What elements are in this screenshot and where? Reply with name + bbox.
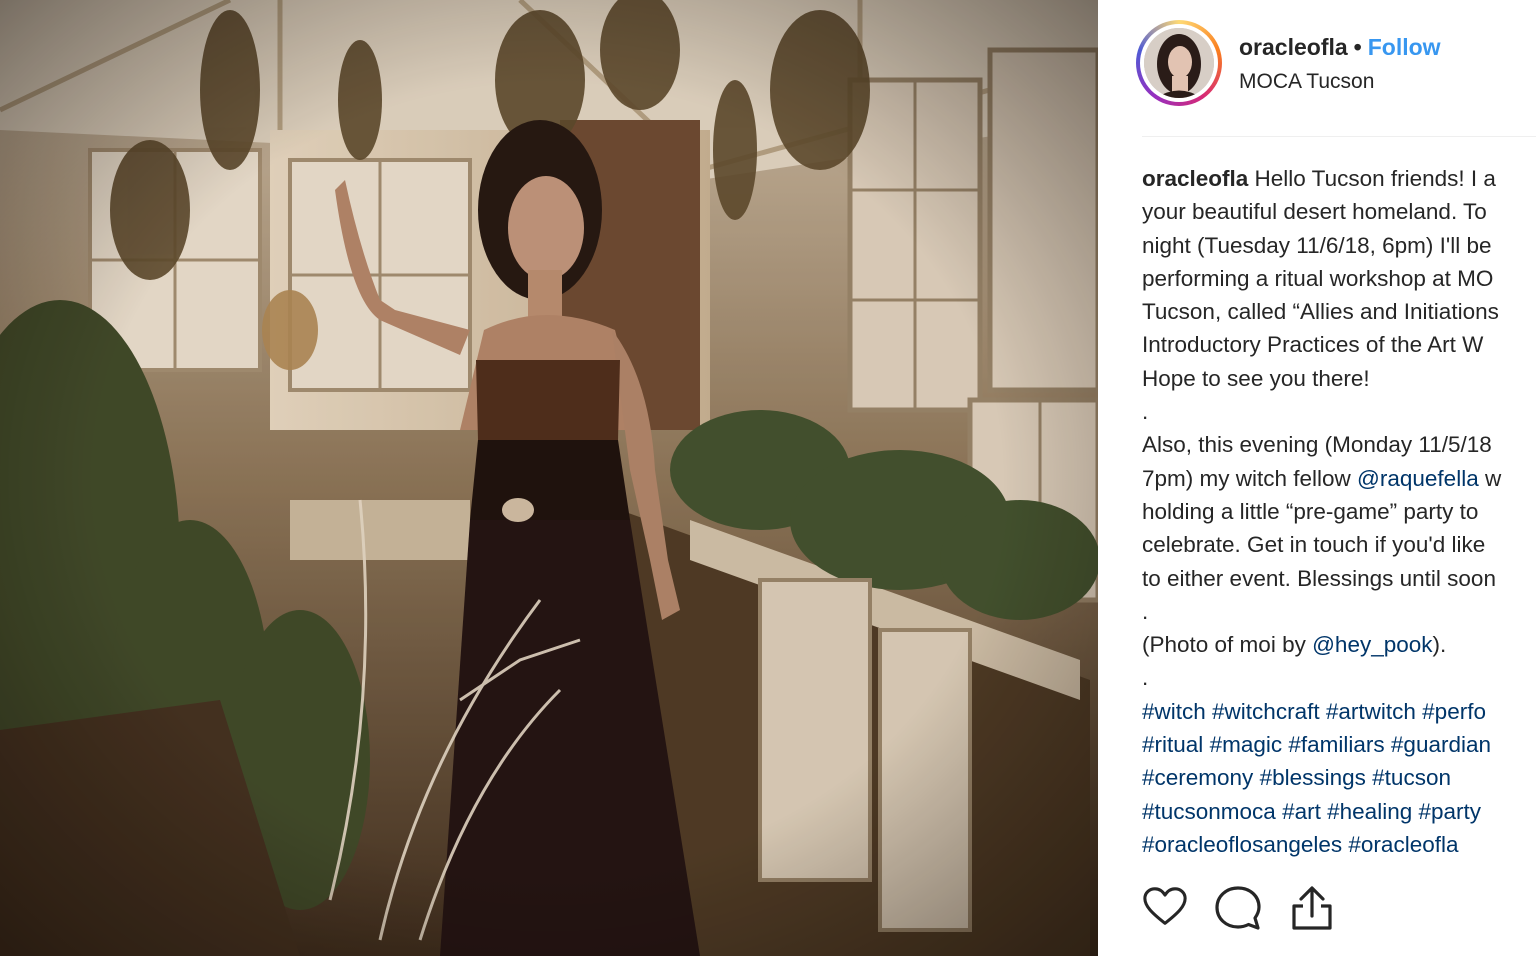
caption-line: your beautiful desert homeland. To bbox=[1142, 195, 1536, 228]
caption-line: to either event. Blessings until soon bbox=[1142, 562, 1536, 595]
hashtag-link[interactable]: #perfo bbox=[1422, 699, 1486, 724]
share-button[interactable] bbox=[1288, 884, 1338, 938]
hashtag-link[interactable]: #art bbox=[1282, 799, 1321, 824]
caption-line: (Photo of moi by @hey_pook). bbox=[1142, 628, 1536, 661]
caption-line: celebrate. Get in touch if you'd like bbox=[1142, 528, 1536, 561]
post-caption: oracleofla Hello Tucson friends! I a your… bbox=[1142, 162, 1536, 861]
hashtag-link[interactable]: #tucson bbox=[1372, 765, 1451, 790]
location-link[interactable]: MOCA Tucson bbox=[1239, 70, 1374, 94]
greenhouse-photo bbox=[0, 0, 1098, 956]
caption-line: Introductory Practices of the Art W bbox=[1142, 328, 1536, 361]
caption-line: oracleofla Hello Tucson friends! I a bbox=[1142, 162, 1536, 195]
hashtag-link[interactable]: #witch bbox=[1142, 699, 1206, 724]
hashtag-link[interactable]: #blessings bbox=[1260, 765, 1366, 790]
hashtag-link[interactable]: #oracleoflosangeles bbox=[1142, 832, 1342, 857]
caption-line: holding a little “pre-game” party to bbox=[1142, 495, 1536, 528]
hashtag-link[interactable]: #party bbox=[1418, 799, 1481, 824]
caption-line: . bbox=[1142, 595, 1536, 628]
separator-dot: • bbox=[1353, 34, 1362, 60]
mention-link[interactable]: @raquefella bbox=[1357, 466, 1479, 491]
hashtag-link[interactable]: #artwitch bbox=[1326, 699, 1416, 724]
caption-line: #tucsonmoca #art #healing #party bbox=[1142, 795, 1536, 828]
hashtag-link[interactable]: #ceremony bbox=[1142, 765, 1253, 790]
caption-text: night (Tuesday 11/6/18, 6pm) I'll be bbox=[1142, 232, 1492, 258]
caption-line: night (Tuesday 11/6/18, 6pm) I'll be bbox=[1142, 229, 1536, 262]
share-icon bbox=[1292, 886, 1332, 930]
hashtag-link[interactable]: #familiars bbox=[1288, 732, 1384, 757]
header-divider bbox=[1142, 136, 1536, 137]
comment-icon bbox=[1215, 886, 1261, 930]
like-button[interactable] bbox=[1142, 884, 1192, 938]
post-side-panel: oracleofla • Follow MOCA Tucson oracleofla… bbox=[1098, 0, 1536, 956]
caption-username-link[interactable]: oracleofla bbox=[1142, 166, 1248, 191]
caption-text: Hello Tucson friends! I a bbox=[1248, 166, 1496, 191]
hashtag-link[interactable]: #ritual bbox=[1142, 732, 1203, 757]
hashtag-link[interactable]: #magic bbox=[1210, 732, 1283, 757]
caption-text: w bbox=[1478, 465, 1502, 491]
header-line: oracleofla • Follow bbox=[1239, 34, 1441, 61]
caption-line: 7pm) my witch fellow @raquefella w bbox=[1142, 462, 1536, 495]
caption-text: . bbox=[1142, 399, 1149, 425]
hashtag-link[interactable]: #tucsonmoca bbox=[1142, 799, 1276, 824]
caption-line: . bbox=[1142, 395, 1536, 428]
caption-line: #ritual #magic #familiars #guardian bbox=[1142, 728, 1536, 761]
caption-text: to either event. Blessings until soon bbox=[1142, 565, 1496, 591]
caption-text: . bbox=[1142, 598, 1149, 624]
caption-line: #witch #witchcraft #artwitch #perfo bbox=[1142, 695, 1536, 728]
caption-text: . bbox=[1142, 665, 1149, 691]
hashtag-link[interactable]: #guardian bbox=[1391, 732, 1491, 757]
caption-text: Also, this evening (Monday 11/5/18 bbox=[1142, 432, 1492, 458]
caption-text: Tucson, called “Allies and Initiations bbox=[1142, 299, 1499, 325]
follow-button[interactable]: Follow bbox=[1368, 34, 1441, 60]
heart-icon bbox=[1143, 887, 1187, 925]
caption-line: . bbox=[1142, 661, 1536, 694]
caption-line: #ceremony #blessings #tucson bbox=[1142, 761, 1536, 794]
avatar[interactable] bbox=[1136, 20, 1222, 106]
mention-link[interactable]: @hey_pook bbox=[1312, 632, 1432, 657]
caption-line: #oracleoflosangeles #oracleofla bbox=[1142, 828, 1536, 861]
hashtag-link[interactable]: #witchcraft bbox=[1212, 699, 1320, 724]
caption-text: ). bbox=[1432, 632, 1447, 658]
caption-text: your beautiful desert homeland. To bbox=[1142, 199, 1487, 225]
caption-text: 7pm) my witch fellow bbox=[1142, 465, 1358, 491]
caption-text: celebrate. Get in touch if you'd like bbox=[1142, 532, 1486, 558]
caption-line: performing a ritual workshop at MO bbox=[1142, 262, 1536, 295]
action-bar bbox=[1142, 884, 1536, 938]
caption-text: (Photo of moi by bbox=[1142, 632, 1313, 658]
username-link[interactable]: oracleofla bbox=[1239, 34, 1348, 60]
hashtag-link[interactable]: #oracleofla bbox=[1348, 832, 1458, 857]
post-photo[interactable] bbox=[0, 0, 1098, 956]
avatar-image bbox=[1144, 28, 1214, 98]
caption-line: Also, this evening (Monday 11/5/18 bbox=[1142, 428, 1536, 461]
caption-text: performing a ritual workshop at MO bbox=[1142, 265, 1494, 291]
hashtag-link[interactable]: #healing bbox=[1327, 799, 1412, 824]
post-header: oracleofla • Follow MOCA Tucson bbox=[1098, 0, 1536, 136]
caption-line: Hope to see you there! bbox=[1142, 362, 1536, 395]
caption-text: Hope to see you there! bbox=[1142, 365, 1370, 391]
comment-button[interactable] bbox=[1214, 884, 1264, 938]
caption-text: holding a little “pre-game” party to bbox=[1142, 498, 1479, 524]
caption-text: Introductory Practices of the Art W bbox=[1142, 332, 1484, 358]
caption-line: Tucson, called “Allies and Initiations bbox=[1142, 295, 1536, 328]
